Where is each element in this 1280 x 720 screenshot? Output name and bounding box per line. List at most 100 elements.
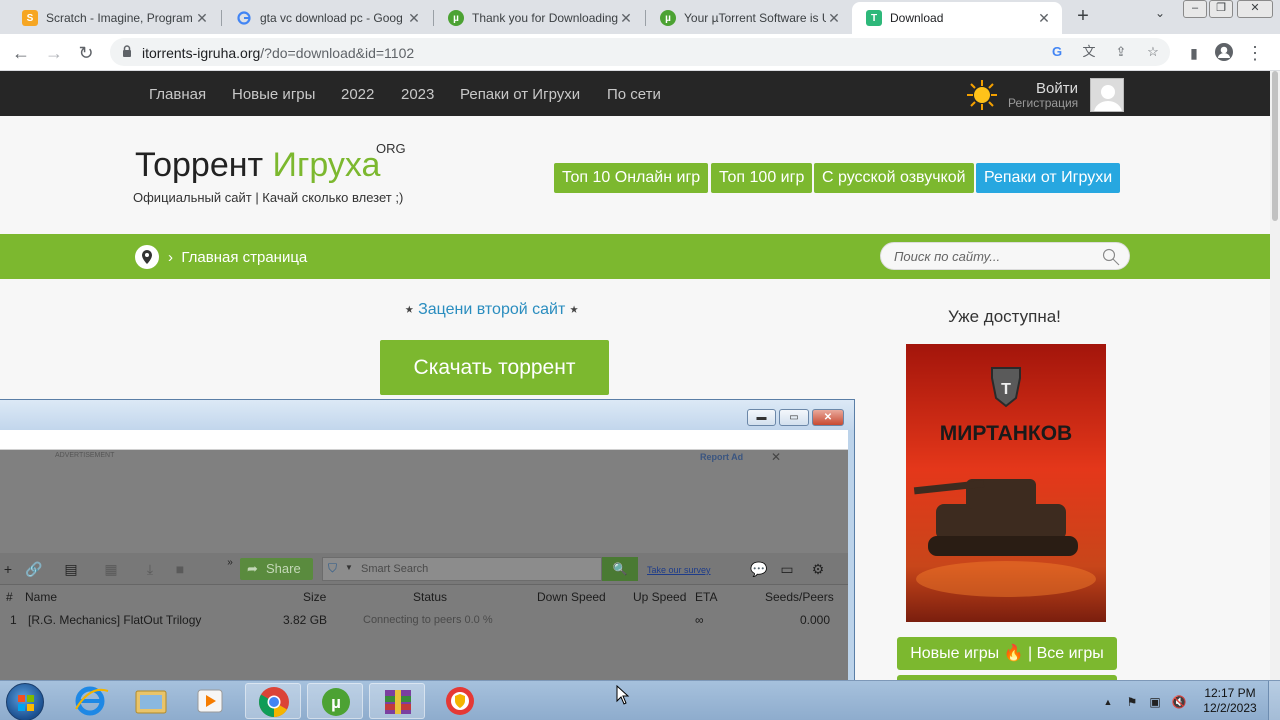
close-tab-icon[interactable]: ✕: [826, 10, 842, 27]
column-down-speed[interactable]: Down Speed: [537, 590, 606, 604]
settings-gear-icon[interactable]: ⚙: [810, 561, 826, 577]
close-ad-icon[interactable]: ✕: [771, 450, 781, 464]
site-search-input[interactable]: Поиск по сайту...: [880, 242, 1130, 270]
remove-icon[interactable]: ▦: [103, 561, 119, 577]
column-size[interactable]: Size: [303, 590, 326, 604]
nav-home[interactable]: Главная: [149, 86, 206, 103]
download-torrent-button[interactable]: Скачать торрент: [380, 340, 609, 395]
close-tab-icon[interactable]: ✕: [1036, 10, 1052, 27]
bookmark-star-icon[interactable]: ☆: [1144, 43, 1162, 61]
close-window-button[interactable]: ✕: [1237, 0, 1273, 18]
second-site-link[interactable]: Зацени второй сайт: [418, 301, 565, 318]
top100-button[interactable]: Топ 100 игр: [711, 163, 813, 193]
smart-search-input[interactable]: ⛉ ▼ Smart Search: [322, 557, 602, 581]
login-link[interactable]: Войти: [1036, 80, 1078, 97]
share-icon[interactable]: ⇪: [1112, 43, 1130, 61]
create-torrent-icon[interactable]: ▤: [63, 561, 79, 577]
media-player-icon[interactable]: [182, 683, 238, 719]
translate-icon[interactable]: 文: [1080, 43, 1098, 61]
igruha-icon: T: [866, 10, 882, 26]
file-explorer-icon[interactable]: [123, 683, 179, 719]
mouse-cursor-icon: [616, 685, 630, 705]
utorrent-taskbar-icon[interactable]: µ: [307, 683, 363, 719]
second-site-promo: ⭑ Зацени второй сайт ⭑: [405, 301, 579, 318]
google-icon: [236, 10, 252, 26]
chevron-down-icon[interactable]: ▼: [345, 563, 353, 572]
stop-icon[interactable]: ■: [172, 561, 188, 577]
close-tab-icon[interactable]: ✕: [618, 10, 634, 27]
remote-icon[interactable]: ▭: [779, 561, 795, 577]
column-number[interactable]: #: [6, 590, 13, 604]
smart-search-button[interactable]: 🔍: [602, 557, 638, 581]
world-of-tanks-banner[interactable]: T МИРТАНКОВ: [906, 344, 1106, 622]
breadcrumb[interactable]: › Главная страница: [168, 249, 307, 266]
top10-online-button[interactable]: Топ 10 Онлайн игр: [554, 163, 709, 193]
report-ad-link[interactable]: Report Ad: [700, 452, 743, 462]
page-scrollbar[interactable]: [1270, 71, 1280, 680]
column-eta[interactable]: ETA: [695, 590, 717, 604]
tab-scratch[interactable]: S Scratch - Imagine, Program ✕: [8, 2, 220, 34]
shield-browser-icon[interactable]: [432, 683, 488, 719]
chat-icon[interactable]: 💬: [750, 561, 767, 577]
russian-voice-button[interactable]: С русской озвучкой: [814, 163, 974, 193]
url-text[interactable]: itorrents-igruha.org/?do=download&id=110…: [142, 45, 414, 61]
show-desktop-button[interactable]: [1268, 681, 1280, 720]
system-clock[interactable]: 12:17 PM 12/2/2023: [1198, 686, 1262, 716]
internet-explorer-icon[interactable]: [62, 683, 118, 719]
utorrent-maximize-button[interactable]: ▭: [779, 409, 809, 426]
minimize-window-button[interactable]: ‒: [1183, 0, 1207, 18]
address-bar[interactable]: itorrents-igruha.org/?do=download&id=110…: [110, 38, 1170, 66]
chrome-icon[interactable]: [245, 683, 301, 719]
tab-google-search[interactable]: gta vc download pc - Goog ✕: [222, 2, 432, 34]
action-center-icon[interactable]: ⚑: [1124, 694, 1140, 710]
utorrent-titlebar[interactable]: ▬ ▭ ✕: [0, 400, 854, 430]
nav-new-games[interactable]: Новые игры: [232, 86, 315, 103]
download-icon[interactable]: ⤓: [142, 561, 158, 577]
repacks-button[interactable]: Репаки от Игрухи: [976, 163, 1121, 193]
new-games-button[interactable]: Новые игры 🔥 | Все игры: [897, 637, 1117, 670]
register-link[interactable]: Регистрация: [1008, 96, 1078, 110]
column-up-speed[interactable]: Up Speed: [633, 590, 686, 604]
survey-link[interactable]: Take our survey: [647, 565, 711, 575]
nav-2023[interactable]: 2023: [401, 86, 434, 103]
column-seeds-peers[interactable]: Seeds/Peers: [765, 590, 834, 604]
add-link-icon[interactable]: 🔗: [25, 561, 42, 577]
tab-utorrent-thanks[interactable]: µ Thank you for Downloading ✕: [434, 2, 644, 34]
utorrent-minimize-button[interactable]: ▬: [747, 409, 776, 426]
utorrent-close-button[interactable]: ✕: [812, 409, 844, 426]
sun-icon[interactable]: [966, 79, 998, 111]
scrollbar-thumb[interactable]: [1272, 71, 1278, 221]
profile-icon[interactable]: [1213, 42, 1235, 64]
nav-2022[interactable]: 2022: [341, 86, 374, 103]
restore-window-button[interactable]: ❐: [1209, 0, 1233, 18]
share-button[interactable]: ➦ Share: [240, 558, 313, 580]
show-hidden-icons-icon[interactable]: ▲: [1100, 694, 1116, 710]
close-tab-icon[interactable]: ✕: [406, 10, 422, 27]
close-tab-icon[interactable]: ✕: [194, 10, 210, 27]
google-lens-icon[interactable]: G: [1048, 43, 1066, 61]
winrar-icon[interactable]: [369, 683, 425, 719]
search-icon[interactable]: [1101, 247, 1121, 267]
site-logo[interactable]: Торрент Игруха: [135, 146, 380, 185]
volume-muted-icon[interactable]: 🔇: [1171, 694, 1187, 710]
back-arrow-icon[interactable]: ←: [9, 41, 33, 65]
more-tools-icon[interactable]: »: [222, 555, 238, 571]
forward-arrow-icon[interactable]: →: [42, 41, 66, 65]
start-button[interactable]: [6, 683, 44, 720]
tab-download[interactable]: T Download ✕: [852, 2, 1062, 34]
column-status[interactable]: Status: [413, 590, 447, 604]
side-panel-icon[interactable]: ▮: [1183, 42, 1205, 64]
column-name[interactable]: Name: [25, 590, 57, 604]
tab-title: gta vc download pc - Goog: [260, 11, 403, 25]
menu-dots-icon[interactable]: ⋮: [1244, 42, 1266, 64]
tab-search-icon[interactable]: ⌄: [1150, 6, 1170, 26]
site-tagline: Официальный сайт | Качай сколько влезет …: [133, 190, 404, 205]
reload-icon[interactable]: ↻: [74, 41, 98, 65]
network-icon[interactable]: ▣: [1147, 694, 1163, 710]
avatar[interactable]: [1090, 78, 1124, 112]
add-torrent-icon[interactable]: +: [0, 561, 16, 577]
new-tab-button[interactable]: +: [1071, 4, 1095, 28]
nav-repacks[interactable]: Репаки от Игрухи: [460, 86, 580, 103]
tab-utorrent-update[interactable]: µ Your µTorrent Software is U ✕: [646, 2, 852, 34]
nav-online[interactable]: По сети: [607, 86, 661, 103]
